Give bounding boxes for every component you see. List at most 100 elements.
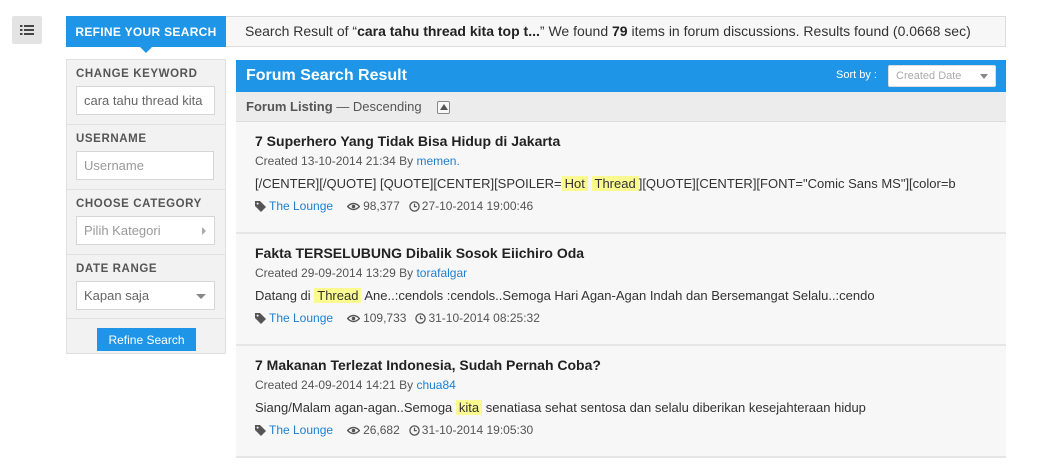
summary-suffix: items in forum discussions. Results foun… <box>627 23 971 39</box>
list-icon <box>20 25 34 35</box>
tag-icon <box>255 200 266 212</box>
created-info: Created 24-09-2014 14:21 By <box>255 378 417 392</box>
snippet-text: Siang/Malam agan-agan..Semoga <box>255 400 456 415</box>
forum-link[interactable]: The Lounge <box>269 198 333 214</box>
category-section: CHOOSE CATEGORY Pilih Kategori <box>67 190 225 255</box>
views-value: 98,377 <box>363 199 400 213</box>
keyword-input[interactable]: cara tahu thread kita <box>76 86 215 115</box>
eye-icon <box>347 314 361 322</box>
thread-list: 7 Superhero Yang Tidak Bisa Hidup di Jak… <box>236 122 1006 458</box>
results-title: Forum Search Result <box>246 67 407 84</box>
snippet-text: ][QUOTE][CENTER][FONT="Comic Sans MS"][c… <box>638 176 956 191</box>
last-post-date: 27-10-2014 19:00:46 <box>409 198 533 214</box>
views-count: 26,682 <box>347 422 400 438</box>
chevron-down-icon <box>980 74 988 79</box>
date-range-value: Kapan saja <box>84 288 150 303</box>
keyword-highlight: Thread <box>314 288 362 303</box>
thread-title[interactable]: Fakta TERSELUBUNG Dibalik Sosok Eiichiro… <box>255 243 996 263</box>
clock-icon <box>415 312 427 324</box>
author-link[interactable]: chua84 <box>416 378 455 392</box>
views-count: 98,377 <box>347 198 400 214</box>
snippet-text: [/CENTER][/QUOTE] [QUOTE][CENTER][SPOILE… <box>255 176 562 191</box>
thread-snippet: [/CENTER][/QUOTE] [QUOTE][CENTER][SPOILE… <box>255 175 996 193</box>
thread-stats: The Lounge 98,377 27-10-2014 19:00:46 <box>255 198 996 214</box>
forum-link[interactable]: The Lounge <box>269 422 333 438</box>
created-info: Created 29-09-2014 13:29 By <box>255 266 417 280</box>
thread-meta: Created 29-09-2014 13:29 By torafalgar <box>255 265 996 281</box>
last-post-date: 31-10-2014 19:05:30 <box>409 422 533 438</box>
refine-search-tab[interactable]: REFINE YOUR SEARCH <box>66 16 226 53</box>
sort-label: Sort by : <box>836 69 877 81</box>
username-input[interactable]: Username <box>76 151 214 180</box>
result-summary: Search Result of “cara tahu thread kita … <box>245 17 971 46</box>
thread-title[interactable]: 7 Makanan Terlezat Indonesia, Sudah Pern… <box>255 355 996 375</box>
chevron-right-icon <box>202 227 206 235</box>
sort-value: Created Date <box>896 70 962 82</box>
thread-snippet: Datang di Thread Ane..:cendols :cendols.… <box>255 287 996 305</box>
date-range-section: DATE RANGE Kapan saja <box>67 255 225 310</box>
refine-sidebar: CHANGE KEYWORD cara tahu thread kita USE… <box>66 59 226 354</box>
author-link[interactable]: memen. <box>416 154 459 168</box>
listing-bar: Forum Listing — Descending <box>236 92 1006 122</box>
thread-stats: The Lounge 26,682 31-10-2014 19:05:30 <box>255 422 996 438</box>
last-post-date: 31-10-2014 08:25:32 <box>415 310 540 326</box>
thread-snippet: Siang/Malam agan-agan..Semoga kita senat… <box>255 399 996 417</box>
last-post-value: 27-10-2014 19:00:46 <box>421 199 534 213</box>
snippet-text: Ane..:cendols :cendols..Semoga Hari Agan… <box>361 288 875 303</box>
thread-item: 7 Superhero Yang Tidak Bisa Hidup di Jak… <box>236 122 1006 234</box>
keyword-highlight: Hot <box>561 176 588 191</box>
search-results-panel: Forum Search Result Sort by : Created Da… <box>236 60 1006 465</box>
thread-item: 7 Makanan Terlezat Indonesia, Sudah Pern… <box>236 346 1006 458</box>
forum-tag: The Lounge <box>255 422 333 438</box>
snippet-text: senatiasa sehat sentosa dan selalu diber… <box>482 400 866 415</box>
views-count: 109,733 <box>347 310 406 326</box>
search-summary-bar: REFINE YOUR SEARCH Search Result of “car… <box>66 16 1006 53</box>
eye-icon <box>347 426 361 434</box>
last-post-value: 31-10-2014 08:25:32 <box>428 311 540 325</box>
forum-tag: The Lounge <box>255 198 333 214</box>
refine-search-button[interactable]: Refine Search <box>97 328 196 351</box>
date-range-select[interactable]: Kapan saja <box>76 281 215 310</box>
author-link[interactable]: torafalgar <box>416 266 467 280</box>
snippet-text <box>588 176 592 191</box>
thread-stats: The Lounge 109,733 31-10-2014 08:25:32 <box>255 310 996 326</box>
snippet-text: Datang di <box>255 288 315 303</box>
summary-count: 79 <box>612 23 628 39</box>
forum-link[interactable]: The Lounge <box>269 310 333 326</box>
tag-icon <box>255 424 266 436</box>
summary-query: cara tahu thread kita top t... <box>357 23 540 39</box>
tab-pointer <box>140 47 152 53</box>
forum-tag: The Lounge <box>255 310 333 326</box>
caret-up-icon <box>440 104 448 110</box>
keyword-section: CHANGE KEYWORD cara tahu thread kita <box>67 60 225 125</box>
keyword-highlight: Thread <box>591 176 639 191</box>
tag-icon <box>255 312 266 324</box>
listing-label: Forum Listing <box>246 99 333 114</box>
summary-prefix: Search Result of “ <box>245 23 358 39</box>
clock-icon <box>409 200 420 212</box>
sort-order-toggle[interactable] <box>437 101 450 114</box>
clock-icon <box>409 424 420 436</box>
username-section: USERNAME Username <box>67 125 225 190</box>
category-select[interactable]: Pilih Kategori <box>76 216 215 245</box>
created-info: Created 13-10-2014 21:34 By <box>255 154 417 168</box>
thread-meta: Created 24-09-2014 14:21 By chua84 <box>255 377 996 393</box>
thread-item: Fakta TERSELUBUNG Dibalik Sosok Eiichiro… <box>236 234 1006 346</box>
listing-order: — Descending <box>332 99 422 114</box>
keyword-highlight: kita <box>455 400 483 415</box>
last-post-value: 31-10-2014 19:05:30 <box>421 423 534 437</box>
results-header: Forum Search Result Sort by : Created Da… <box>236 60 1006 92</box>
category-value: Pilih Kategori <box>84 223 161 238</box>
thread-title[interactable]: 7 Superhero Yang Tidak Bisa Hidup di Jak… <box>255 131 996 151</box>
category-label: CHOOSE CATEGORY <box>76 198 202 210</box>
views-value: 109,733 <box>363 311 407 325</box>
summary-mid: ” We found <box>539 23 613 39</box>
eye-icon <box>347 202 361 210</box>
sort-select[interactable]: Created Date <box>888 65 996 87</box>
refine-tab-label: REFINE YOUR SEARCH <box>75 24 217 39</box>
views-value: 26,682 <box>363 423 400 437</box>
chevron-down-icon <box>196 294 206 299</box>
sidebar-toggle-button[interactable] <box>12 16 42 44</box>
username-label: USERNAME <box>76 133 147 145</box>
date-range-label: DATE RANGE <box>76 263 158 275</box>
